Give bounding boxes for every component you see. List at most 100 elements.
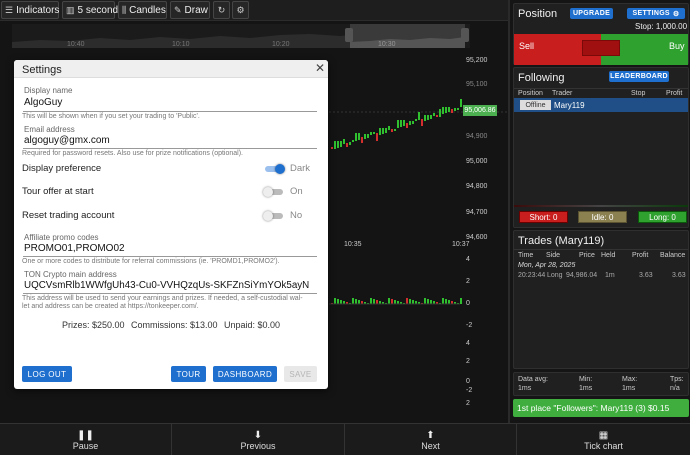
stop-value: Stop: 1,000.00 <box>635 22 688 31</box>
gear-icon: ⚙ <box>236 4 245 15</box>
ton-field[interactable]: UQCVsmRlb1WWfgUh43-Cu0-VVHQzqUs-SKFZnSiY… <box>24 280 309 291</box>
next-button[interactable]: ⬆ Next <box>345 424 517 455</box>
position-box: Position UPGRADE SETTINGS ⚙ Stop: 1,000.0… <box>513 3 689 65</box>
candle <box>415 119 417 121</box>
chart-style-label: Candles <box>129 4 166 16</box>
candle <box>400 120 402 127</box>
gear-icon: ⚙ <box>672 10 680 18</box>
chart-settings-button[interactable]: ⚙ <box>232 1 249 19</box>
candle <box>457 108 459 110</box>
trades-col-time: Time <box>518 252 534 259</box>
promo-field[interactable]: PROMO01,PROMO02 <box>24 243 125 254</box>
vol-tick-2: 2 <box>466 278 470 285</box>
following-col-position: Position <box>518 90 543 97</box>
price-tick-94600: 94,600 <box>466 234 488 241</box>
right-panel: Position UPGRADE SETTINGS ⚙ Stop: 1,000.0… <box>508 0 690 423</box>
logout-button[interactable]: LOG OUT <box>22 366 72 382</box>
arrow-up-icon: ⬆ <box>426 429 435 441</box>
candle <box>391 129 393 132</box>
previous-label: Previous <box>240 440 276 451</box>
trade-profit: 3.63 <box>639 272 653 279</box>
candle <box>454 108 456 111</box>
volume-bar <box>355 299 357 304</box>
candle <box>448 107 450 112</box>
volume-bar <box>388 298 390 304</box>
tour-button[interactable]: TOUR <box>171 366 206 382</box>
reset-label: Reset trading account <box>22 210 115 221</box>
draw-button[interactable]: ✎ Draw <box>170 1 210 19</box>
trades-box: Trades (Mary119) Time Side Price Held Pr… <box>513 230 689 369</box>
display-name-field[interactable]: AlgoGuy <box>24 97 62 108</box>
quantity-input[interactable] <box>582 40 620 56</box>
candle <box>364 134 366 139</box>
next-label: Next <box>421 440 440 451</box>
indicators-icon: ☰ <box>5 4 14 15</box>
following-box: Following LEADERBOARD Position Trader St… <box>513 67 689 228</box>
candle <box>337 141 339 148</box>
reset-view-button[interactable]: ↻ <box>213 1 230 19</box>
nav-tick-1: 10:40 <box>67 41 85 48</box>
arrow-down-icon: ⬇ <box>253 429 263 441</box>
volume-bar <box>427 299 429 304</box>
candle <box>379 128 381 135</box>
promo-hint: One or more codes to distribute for refe… <box>22 258 280 265</box>
volume-bars <box>331 298 462 304</box>
display-name-hint: This will be shown when if you set your … <box>22 113 200 120</box>
indicators-button[interactable]: ☰ Indicators <box>1 1 59 19</box>
reset-toggle[interactable] <box>263 211 285 221</box>
volume-bar <box>373 299 375 304</box>
tick-chart-button[interactable]: ▦ Tick chart <box>517 424 690 455</box>
vol-tick-3: 0 <box>466 300 470 307</box>
volume-bar <box>370 298 372 304</box>
stat-data-avg-label: Data avg: <box>518 376 548 383</box>
upgrade-button[interactable]: UPGRADE <box>570 8 613 19</box>
navigator-left-handle <box>345 28 353 42</box>
settings-button[interactable]: SETTINGS ⚙ <box>627 8 685 19</box>
chart-style-button[interactable]: ⫼ Candles <box>118 1 167 19</box>
follow-trader-name: Mary119 <box>554 101 585 110</box>
candle <box>367 134 369 138</box>
email-label: Email address <box>24 125 75 134</box>
indicators-label: Indicators <box>16 4 60 16</box>
candle <box>406 123 408 128</box>
pause-label: Pause <box>72 440 99 451</box>
price-tick-94700: 94,700 <box>466 209 488 216</box>
prize-banner[interactable]: 1st place "Followers": Mary119 (3) $0.15 <box>513 399 689 417</box>
candle <box>427 115 429 120</box>
interval-button[interactable]: ▥ 5 second <box>62 1 118 19</box>
volume-bar <box>358 300 360 304</box>
current-price-tag: 95,006.86 <box>463 105 497 116</box>
email-field[interactable]: algoguy@gmx.com <box>24 135 110 146</box>
settings-title: Settings <box>22 64 62 76</box>
nav-tick-4: 10:30 <box>378 41 396 48</box>
tour-toggle[interactable] <box>263 187 285 197</box>
display-pref-toggle[interactable] <box>263 164 285 174</box>
previous-button[interactable]: ⬇ Previous <box>172 424 345 455</box>
following-col-trader: Trader <box>552 90 573 97</box>
volume-bar <box>376 300 378 304</box>
trades-title: Trades (Mary119) <box>518 235 605 247</box>
bottom-bar: ❚❚ Pause ⬇ Previous ⬆ Next ▦ Tick chart <box>0 423 690 455</box>
unpaid-text: Unpaid: $0.00 <box>224 320 281 330</box>
leaderboard-button[interactable]: LEADERBOARD <box>609 71 669 82</box>
vol-tick-7: 0 <box>466 378 470 385</box>
position-title: Position <box>518 8 558 20</box>
candle <box>352 140 354 142</box>
vol-tick-1: 4 <box>466 256 470 263</box>
candle <box>361 137 363 143</box>
sell-label: Sell <box>519 41 535 51</box>
close-icon[interactable]: ✕ <box>315 61 325 75</box>
stats-box: Data avg: 1ms Min: 1ms Max: 1ms Tps: n/a <box>513 372 689 396</box>
volume-bar <box>448 300 450 304</box>
dashboard-button[interactable]: DASHBOARD <box>213 366 277 382</box>
trades-col-balance: Balance <box>660 252 686 259</box>
price-tick-95200: 95,200 <box>466 57 488 64</box>
following-col-profit: Profit <box>666 90 683 97</box>
vol-tick-6: 2 <box>466 358 470 365</box>
save-button[interactable]: SAVE <box>284 366 317 382</box>
pause-button[interactable]: ❚❚ Pause <box>0 424 172 455</box>
candle <box>334 141 336 149</box>
volume-bar <box>337 299 339 304</box>
reset-value: No <box>290 210 303 221</box>
following-row[interactable]: Offline Mary119 <box>514 98 688 112</box>
